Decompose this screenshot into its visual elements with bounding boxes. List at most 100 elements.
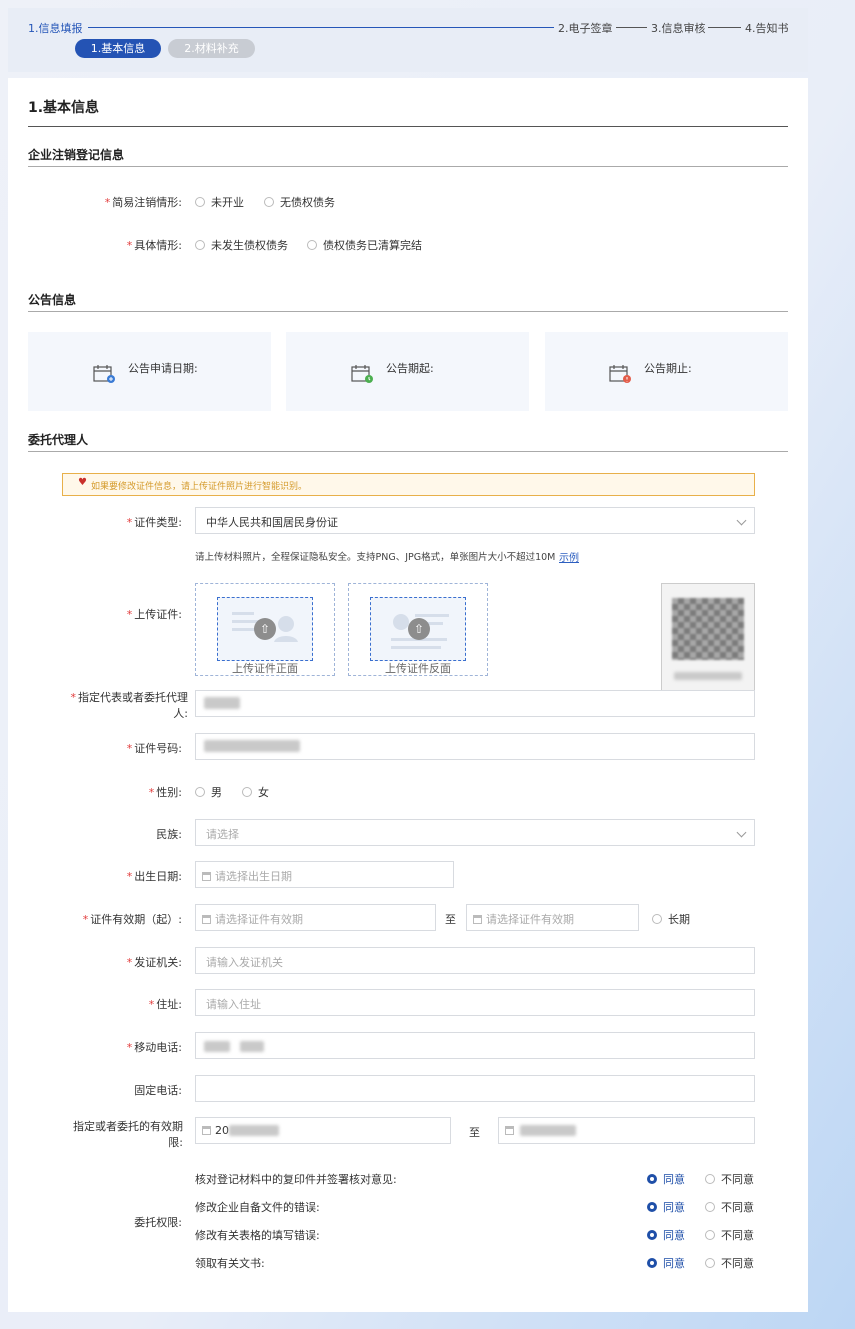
radio-circle [195, 197, 205, 207]
radio-circle [307, 240, 317, 250]
progress-line [616, 27, 647, 28]
radio-disagree[interactable]: 不同意 [705, 1171, 754, 1187]
period-start-value-blurred [229, 1125, 279, 1136]
mobile-value-blurred [204, 1041, 230, 1052]
id-type-value: 中华人民共和国居民身份证 [206, 516, 338, 529]
radio-disagree[interactable]: 不同意 [705, 1199, 754, 1215]
upload-front-label: 上传证件正面 [232, 662, 298, 675]
upload-icon[interactable]: ⇧ [408, 618, 430, 640]
issuer-placeholder: 请输入发证机关 [206, 956, 283, 969]
calendar-icon [202, 915, 211, 924]
radio-agree[interactable]: 同意 [647, 1227, 685, 1243]
radio-circle [647, 1230, 657, 1240]
period-start-value: 20 [202, 1124, 229, 1137]
radio-circle [652, 914, 662, 924]
radio-circle [647, 1174, 657, 1184]
label-issuer: * 发证机关: [126, 956, 182, 969]
radio-circle [647, 1258, 657, 1268]
period-to: 至 [469, 1126, 480, 1139]
radio-circle [647, 1202, 657, 1212]
step-review[interactable]: 3.信息审核 [651, 20, 706, 36]
radio-debt-settled[interactable]: 债权债务已清算完结 [307, 237, 422, 253]
validity-to: 至 [445, 913, 456, 926]
label-specific-case: * 具体情形: [126, 239, 182, 252]
page-title: 1.基本信息 [28, 100, 100, 116]
radio-circle [264, 197, 274, 207]
radio-not-opened[interactable]: 未开业 [195, 194, 244, 210]
label-agent-name: * 指定代表或者委托代理人: [70, 691, 189, 720]
agent-name-value-blurred [204, 697, 240, 709]
calendar-icon [202, 872, 211, 881]
divider [28, 166, 788, 167]
label-authorization-period: 指定或者委托的有效期限: [73, 1120, 183, 1149]
heart-icon: ♥ [78, 477, 87, 488]
upload-icon[interactable]: ⇧ [254, 618, 276, 640]
substep-material[interactable]: 2.材料补充 [168, 39, 255, 58]
label-address: * 住址: [148, 998, 182, 1011]
divider [28, 311, 788, 312]
section-title-agent: 委托代理人 [28, 433, 89, 447]
radio-no-debt[interactable]: 无债权债务 [264, 194, 335, 210]
radio-circle [705, 1230, 715, 1240]
section-title-notice: 公告信息 [28, 293, 77, 307]
calendar-icon [473, 915, 482, 924]
section-title-cancel: 企业注销登记信息 [28, 148, 125, 162]
radio-long-term[interactable]: 长期 [652, 911, 690, 927]
divider [28, 451, 788, 452]
permission-item: 领取有关文书: [195, 1257, 265, 1270]
radio-disagree[interactable]: 不同意 [705, 1255, 754, 1271]
validity-end-placeholder: 请选择证件有效期 [473, 911, 574, 927]
label-simple-cancel: * 简易注销情形: [104, 196, 182, 209]
notice-apply-date-label: 公告申请日期: [128, 362, 198, 375]
radio-circle [705, 1202, 715, 1212]
step-e-sign[interactable]: 2.电子签章 [558, 20, 613, 36]
qr-caption-blurred [674, 672, 742, 680]
radio-circle [705, 1174, 715, 1184]
ethnicity-placeholder: 请选择 [206, 828, 239, 841]
calendar-add-icon [92, 362, 116, 387]
progress-line [88, 27, 554, 28]
radio-circle [195, 240, 205, 250]
progress-line [708, 27, 741, 28]
calendar-start-icon [350, 362, 374, 387]
example-link[interactable]: 示例 [559, 549, 579, 564]
radio-circle [705, 1258, 715, 1268]
calendar-icon [505, 1124, 518, 1137]
label-id-validity: * 证件有效期（起）: [82, 913, 182, 926]
birth-date-placeholder: 请选择出生日期 [202, 868, 292, 884]
address-input[interactable] [195, 989, 755, 1016]
mobile-value-blurred [240, 1041, 264, 1052]
notice-start-label: 公告期起: [386, 362, 434, 375]
agent-name-input[interactable] [195, 690, 755, 717]
mobile-input[interactable] [195, 1032, 755, 1059]
id-number-value-blurred [204, 740, 300, 752]
calendar-end-icon [608, 362, 632, 387]
calendar-icon [202, 1126, 211, 1135]
validity-start-placeholder: 请选择证件有效期 [202, 911, 303, 927]
radio-disagree[interactable]: 不同意 [705, 1227, 754, 1243]
qr-code-image [672, 598, 744, 660]
label-permissions: 委托权限: [134, 1216, 182, 1229]
warning-text: 如果要修改证件信息，请上传证件照片进行智能识别。 [91, 482, 308, 492]
address-placeholder: 请输入住址 [206, 998, 261, 1011]
label-birth-date: * 出生日期: [126, 870, 182, 883]
label-landline: 固定电话: [134, 1084, 182, 1097]
step-info-fill[interactable]: 1.信息填报 [28, 20, 83, 36]
period-end-value-blurred [520, 1125, 576, 1136]
label-mobile: * 移动电话: [126, 1041, 182, 1054]
radio-female[interactable]: 女 [242, 784, 269, 800]
landline-input[interactable] [195, 1075, 755, 1102]
radio-agree[interactable]: 同意 [647, 1255, 685, 1271]
radio-male[interactable]: 男 [195, 784, 222, 800]
label-upload-id: * 上传证件: [126, 608, 182, 621]
substep-basic-info[interactable]: 1.基本信息 [75, 39, 161, 58]
label-ethnicity: 民族: [156, 828, 182, 841]
label-id-number: * 证件号码: [126, 742, 182, 755]
radio-agree[interactable]: 同意 [647, 1171, 685, 1187]
step-notice[interactable]: 4.告知书 [745, 20, 789, 36]
radio-agree[interactable]: 同意 [647, 1199, 685, 1215]
divider [28, 126, 788, 127]
ethnicity-select[interactable] [195, 819, 755, 846]
notice-end-label: 公告期止: [644, 362, 692, 375]
radio-no-debt-occurred[interactable]: 未发生债权债务 [195, 237, 288, 253]
